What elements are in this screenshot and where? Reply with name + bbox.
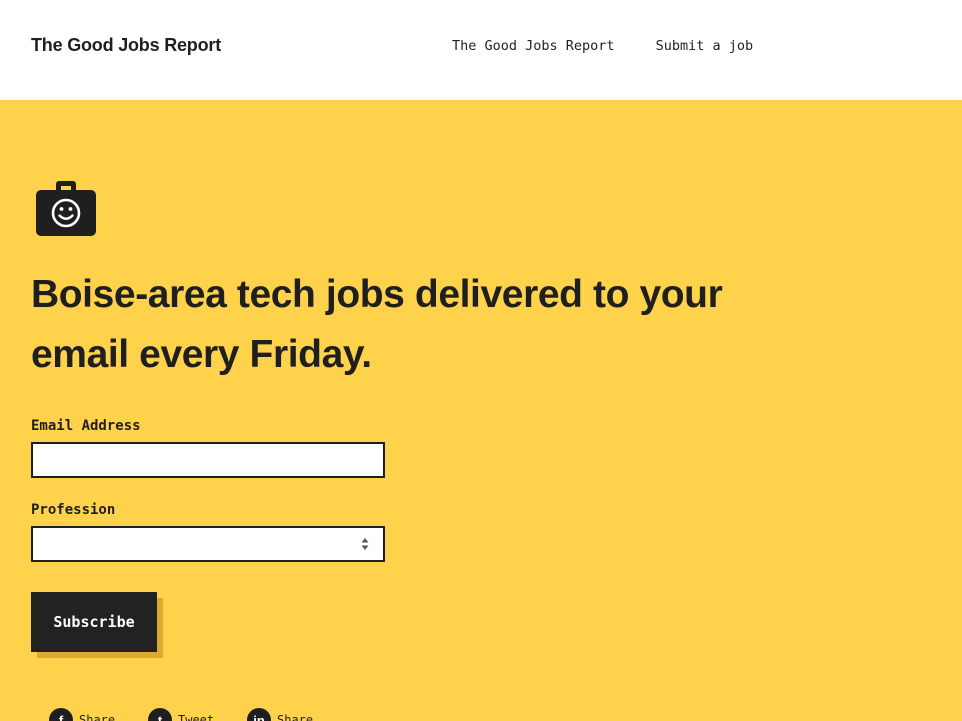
hero-section: Boise-area tech jobs delivered to your e…: [0, 100, 962, 721]
subscribe-wrapper: Subscribe: [31, 592, 163, 658]
profession-label: Profession: [31, 502, 116, 518]
profession-select[interactable]: [31, 526, 385, 562]
select-arrows-icon: [361, 538, 369, 550]
share-facebook-label: Share: [79, 713, 116, 721]
share-linkedin-label: Share: [277, 713, 314, 721]
hero-headline: Boise-area tech jobs delivered to your e…: [31, 273, 723, 376]
twitter-icon: t: [148, 708, 172, 721]
linkedin-icon: in: [247, 708, 271, 721]
email-label: Email Address: [31, 418, 141, 434]
facebook-icon: f: [49, 708, 73, 721]
site-header: The Good Jobs Report The Good Jobs Repor…: [0, 0, 962, 100]
share-twitter[interactable]: t Tweet: [148, 708, 247, 721]
share-facebook[interactable]: f Share: [49, 708, 148, 721]
share-linkedin[interactable]: in Share: [247, 708, 346, 721]
share-links: f Share t Tweet in Share: [49, 708, 346, 721]
main-nav: The Good Jobs Report Submit a job: [452, 38, 753, 54]
email-field[interactable]: [31, 442, 385, 478]
smiling-briefcase-icon: [36, 181, 96, 236]
nav-link-submit-job[interactable]: Submit a job: [656, 38, 754, 54]
subscribe-button[interactable]: Subscribe: [31, 592, 157, 652]
share-twitter-label: Tweet: [178, 713, 215, 721]
nav-link-home[interactable]: The Good Jobs Report: [452, 38, 615, 54]
site-brand[interactable]: The Good Jobs Report: [31, 35, 221, 56]
